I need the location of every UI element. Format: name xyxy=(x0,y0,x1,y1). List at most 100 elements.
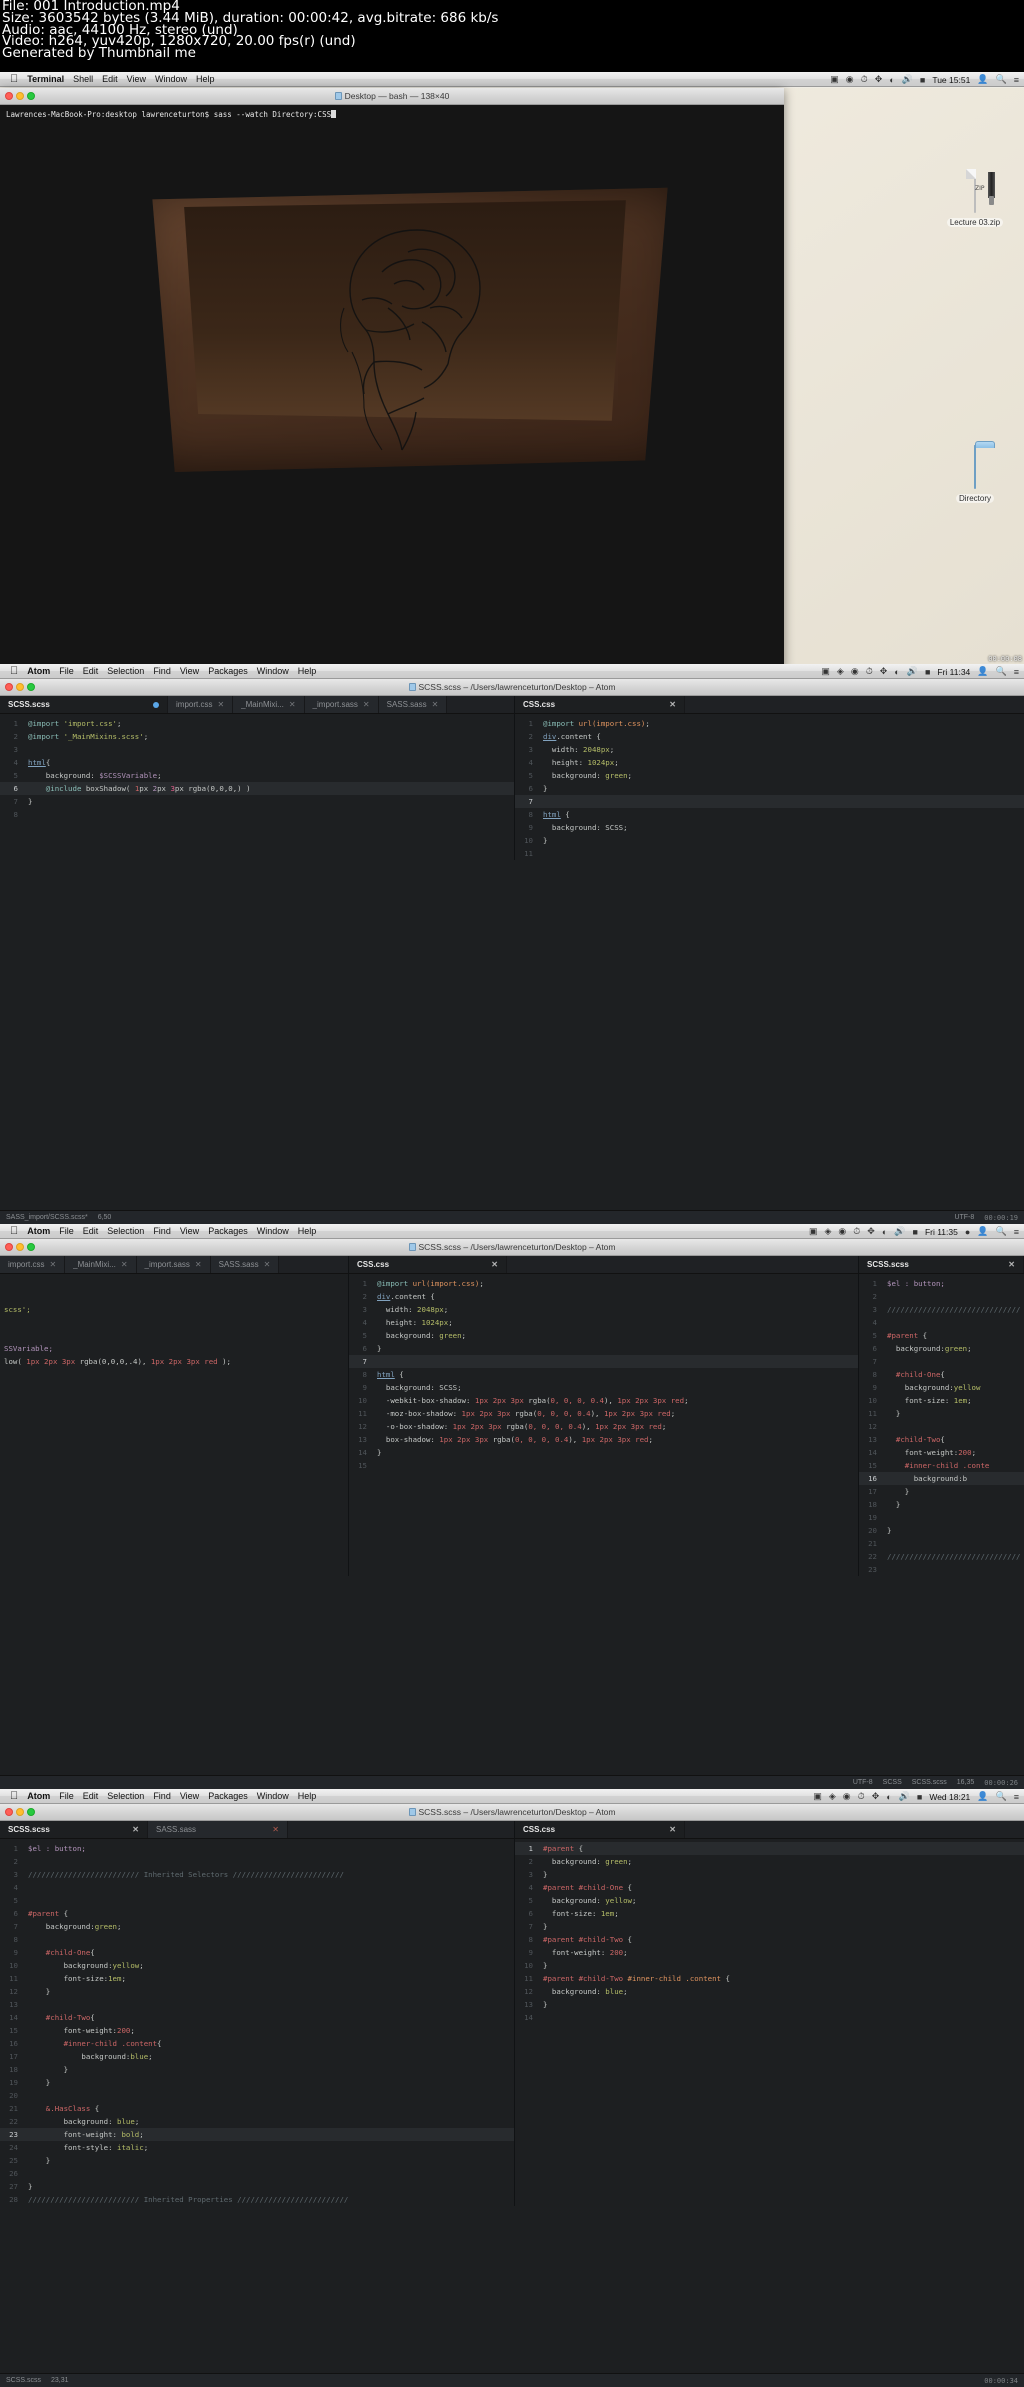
close-icon[interactable]: ✕ xyxy=(1008,1260,1015,1269)
status-file-path[interactable]: SASS_import/SCSS.scss* xyxy=(6,1214,88,1221)
code-line[interactable]: 24 font-style: italic; xyxy=(0,2141,514,2154)
tab-sass-sass[interactable]: SASS.sass ✕ xyxy=(210,1256,280,1273)
code-line[interactable]: 1 $el : button; xyxy=(0,1842,514,1855)
dropbox-icon[interactable]: ◈ xyxy=(824,1226,831,1237)
code-line[interactable]: 16 #inner-child .content{ xyxy=(0,2037,514,2050)
code-line[interactable]: 2 background: green; xyxy=(515,1855,1024,1868)
status-cursor-position[interactable]: 6,50 xyxy=(98,1214,112,1221)
menu-item-view[interactable]: View xyxy=(180,1226,199,1236)
code-line[interactable]: 25 } xyxy=(0,2154,514,2167)
code-line[interactable]: 5 background: green; xyxy=(349,1329,858,1342)
search-icon[interactable]: 🔍 xyxy=(996,1226,1007,1237)
code-line[interactable]: 12 } xyxy=(0,1985,514,1998)
code-editor-right[interactable]: 1 $el : button; 2 3////////////////////////… xyxy=(859,1274,1024,1576)
modified-indicator-icon[interactable] xyxy=(153,701,159,708)
menu-item-atom[interactable]: Atom xyxy=(27,1226,50,1236)
editor-pane-middle[interactable]: CSS.css ✕ 1 @import url(import.css); 2 div.… xyxy=(348,1256,858,1576)
code-line[interactable]: 14 xyxy=(515,2011,1024,2024)
code-line[interactable]: 7 xyxy=(349,1355,858,1368)
tab-import-css[interactable]: import.css ✕ xyxy=(0,1256,66,1273)
menu-item-view[interactable]: View xyxy=(127,74,146,84)
editor-pane-left-clipped[interactable]: import.css ✕ _MainMixi... ✕ _import.sass… xyxy=(0,1256,348,1576)
editor-pane-right-clipped[interactable]: SCSS.scss ✕ 1 $el : button; 2 3////////////… xyxy=(858,1256,1024,1576)
code-editor-left[interactable]: 1 $el : button; 2 3////////////////////////… xyxy=(0,1839,514,2206)
menu-item-window[interactable]: Window xyxy=(155,74,187,84)
code-line[interactable]: 6} xyxy=(349,1342,858,1355)
status-file-name[interactable]: SCSS.scss xyxy=(6,2377,41,2384)
wifi-icon[interactable]: ◐ xyxy=(889,75,894,85)
menu-item-edit[interactable]: Edit xyxy=(83,1791,99,1801)
code-line[interactable]: 6 #parent { xyxy=(0,1907,514,1920)
code-line[interactable]: 8 xyxy=(0,808,514,821)
code-line[interactable]: 23 font-weight: bold; xyxy=(0,2128,514,2141)
code-line[interactable]: 19 xyxy=(859,1511,1024,1524)
screen-record-icon[interactable]: ▣ xyxy=(809,1226,818,1237)
user-icon[interactable]: 👤 xyxy=(977,74,988,85)
code-line[interactable]: 21 &.HasClass { xyxy=(0,2102,514,2115)
code-line[interactable]: 5 background: $SCSSVariable; xyxy=(0,769,514,782)
code-line[interactable]: 2 div.content { xyxy=(515,730,1024,743)
code-line[interactable]: 4 html{ xyxy=(0,756,514,769)
dropbox-icon[interactable]: ◈ xyxy=(829,1791,836,1802)
code-line[interactable]: 2 xyxy=(859,1290,1024,1303)
user-icon[interactable]: 👤 xyxy=(977,1791,988,1802)
wifi-icon[interactable]: ◐ xyxy=(886,1792,891,1802)
search-icon[interactable]: 🔍 xyxy=(996,1791,1007,1802)
code-editor-right[interactable]: 1 #parent {2 background: green; 3} 4 #parent… xyxy=(515,1839,1024,2024)
code-line[interactable]: 5 background: yellow; xyxy=(515,1894,1024,1907)
menu-item-file[interactable]: File xyxy=(59,666,74,676)
code-line[interactable]: 10} xyxy=(515,1959,1024,1972)
code-line[interactable]: 1 @import url(import.css); xyxy=(515,717,1024,730)
code-line[interactable]: 1 @import 'import.css'; xyxy=(0,717,514,730)
apple-logo-icon[interactable]:  xyxy=(10,1790,18,1802)
wifi-icon[interactable]: ◐ xyxy=(894,667,899,677)
menu-item-packages[interactable]: Packages xyxy=(208,666,248,676)
code-line[interactable]: 28 ///////////////////////// Inherited Pr… xyxy=(0,2193,514,2206)
time-machine-icon[interactable]: ⏱ xyxy=(853,1226,860,1237)
tab-sass-sass[interactable]: SASS.sass ✕ xyxy=(148,1821,288,1838)
tab-css-css[interactable]: CSS.css ✕ xyxy=(515,1821,685,1838)
code-line[interactable]: 17 } xyxy=(859,1485,1024,1498)
code-line[interactable]: 13} xyxy=(515,1998,1024,2011)
code-line[interactable]: 12 xyxy=(859,1420,1024,1433)
code-line[interactable]: 4 xyxy=(0,1881,514,1894)
code-line[interactable]: 13 box-shadow: 1px 2px 3px rgba(0, 0, 0,… xyxy=(349,1433,858,1446)
clock-face-icon[interactable]: ◉ xyxy=(846,74,854,85)
bluetooth-icon[interactable]: ✥ xyxy=(880,666,888,677)
close-icon[interactable]: ✕ xyxy=(121,1260,128,1269)
code-line[interactable]: 4 height: 1024px; xyxy=(349,1316,858,1329)
close-icon[interactable]: ✕ xyxy=(217,700,224,709)
bluetooth-icon[interactable]: ✥ xyxy=(875,74,883,85)
menu-item-selection[interactable]: Selection xyxy=(107,1226,144,1236)
clock-face-icon[interactable]: ◉ xyxy=(838,1226,846,1237)
time-machine-icon[interactable]: ⏱ xyxy=(858,1791,865,1802)
menu-item-packages[interactable]: Packages xyxy=(208,1226,248,1236)
menu-bar-clock[interactable]: Tue 15:51 xyxy=(932,75,970,85)
tab-mainmixins[interactable]: _MainMixi... ✕ xyxy=(65,1256,137,1273)
code-editor-left[interactable]: 1 @import 'import.css'; 2 @import '_MainMix… xyxy=(0,714,514,821)
menu-item-terminal[interactable]: Terminal xyxy=(27,74,64,84)
search-icon[interactable]: 🔍 xyxy=(996,666,1007,677)
code-line[interactable]: 7 background:green; xyxy=(0,1920,514,1933)
tab-import-sass[interactable]: _import.sass ✕ xyxy=(136,1256,211,1273)
menu-item-atom[interactable]: Atom xyxy=(27,1791,50,1801)
code-line[interactable]: 1 #parent { xyxy=(515,1842,1024,1855)
code-line[interactable]: 2 div.content { xyxy=(349,1290,858,1303)
atom-title-bar[interactable]: SCSS.scss – /Users/lawrenceturton/Deskto… xyxy=(0,1804,1024,1821)
code-line[interactable]: 3 ////////////////////////////// xyxy=(859,1303,1024,1316)
code-line[interactable]: 15 xyxy=(349,1459,858,1472)
menu-item-edit[interactable]: Edit xyxy=(83,666,99,676)
close-icon[interactable]: ✕ xyxy=(264,1260,271,1269)
code-line[interactable]: 16 background:b xyxy=(859,1472,1024,1485)
code-line[interactable]: 4 height: 1024px; xyxy=(515,756,1024,769)
editor-pane-left[interactable]: SCSS.scss import.css ✕ _MainMixi... ✕ _i… xyxy=(0,696,514,860)
code-line[interactable]: 3 width: 2048px; xyxy=(349,1303,858,1316)
menu-item-view[interactable]: View xyxy=(180,666,199,676)
code-line[interactable]: 9 #child-One{ xyxy=(0,1946,514,1959)
code-line[interactable]: 5 background: green; xyxy=(515,769,1024,782)
code-line[interactable]: 8 #parent #child-Two { xyxy=(515,1933,1024,1946)
code-line[interactable]: 11 } xyxy=(859,1407,1024,1420)
editor-pane-right[interactable]: CSS.css ✕ 1 #parent {2 background: green;… xyxy=(514,1821,1024,2206)
apple-logo-icon[interactable]:  xyxy=(10,73,18,85)
code-line[interactable]: 3 width: 2048px; xyxy=(515,743,1024,756)
